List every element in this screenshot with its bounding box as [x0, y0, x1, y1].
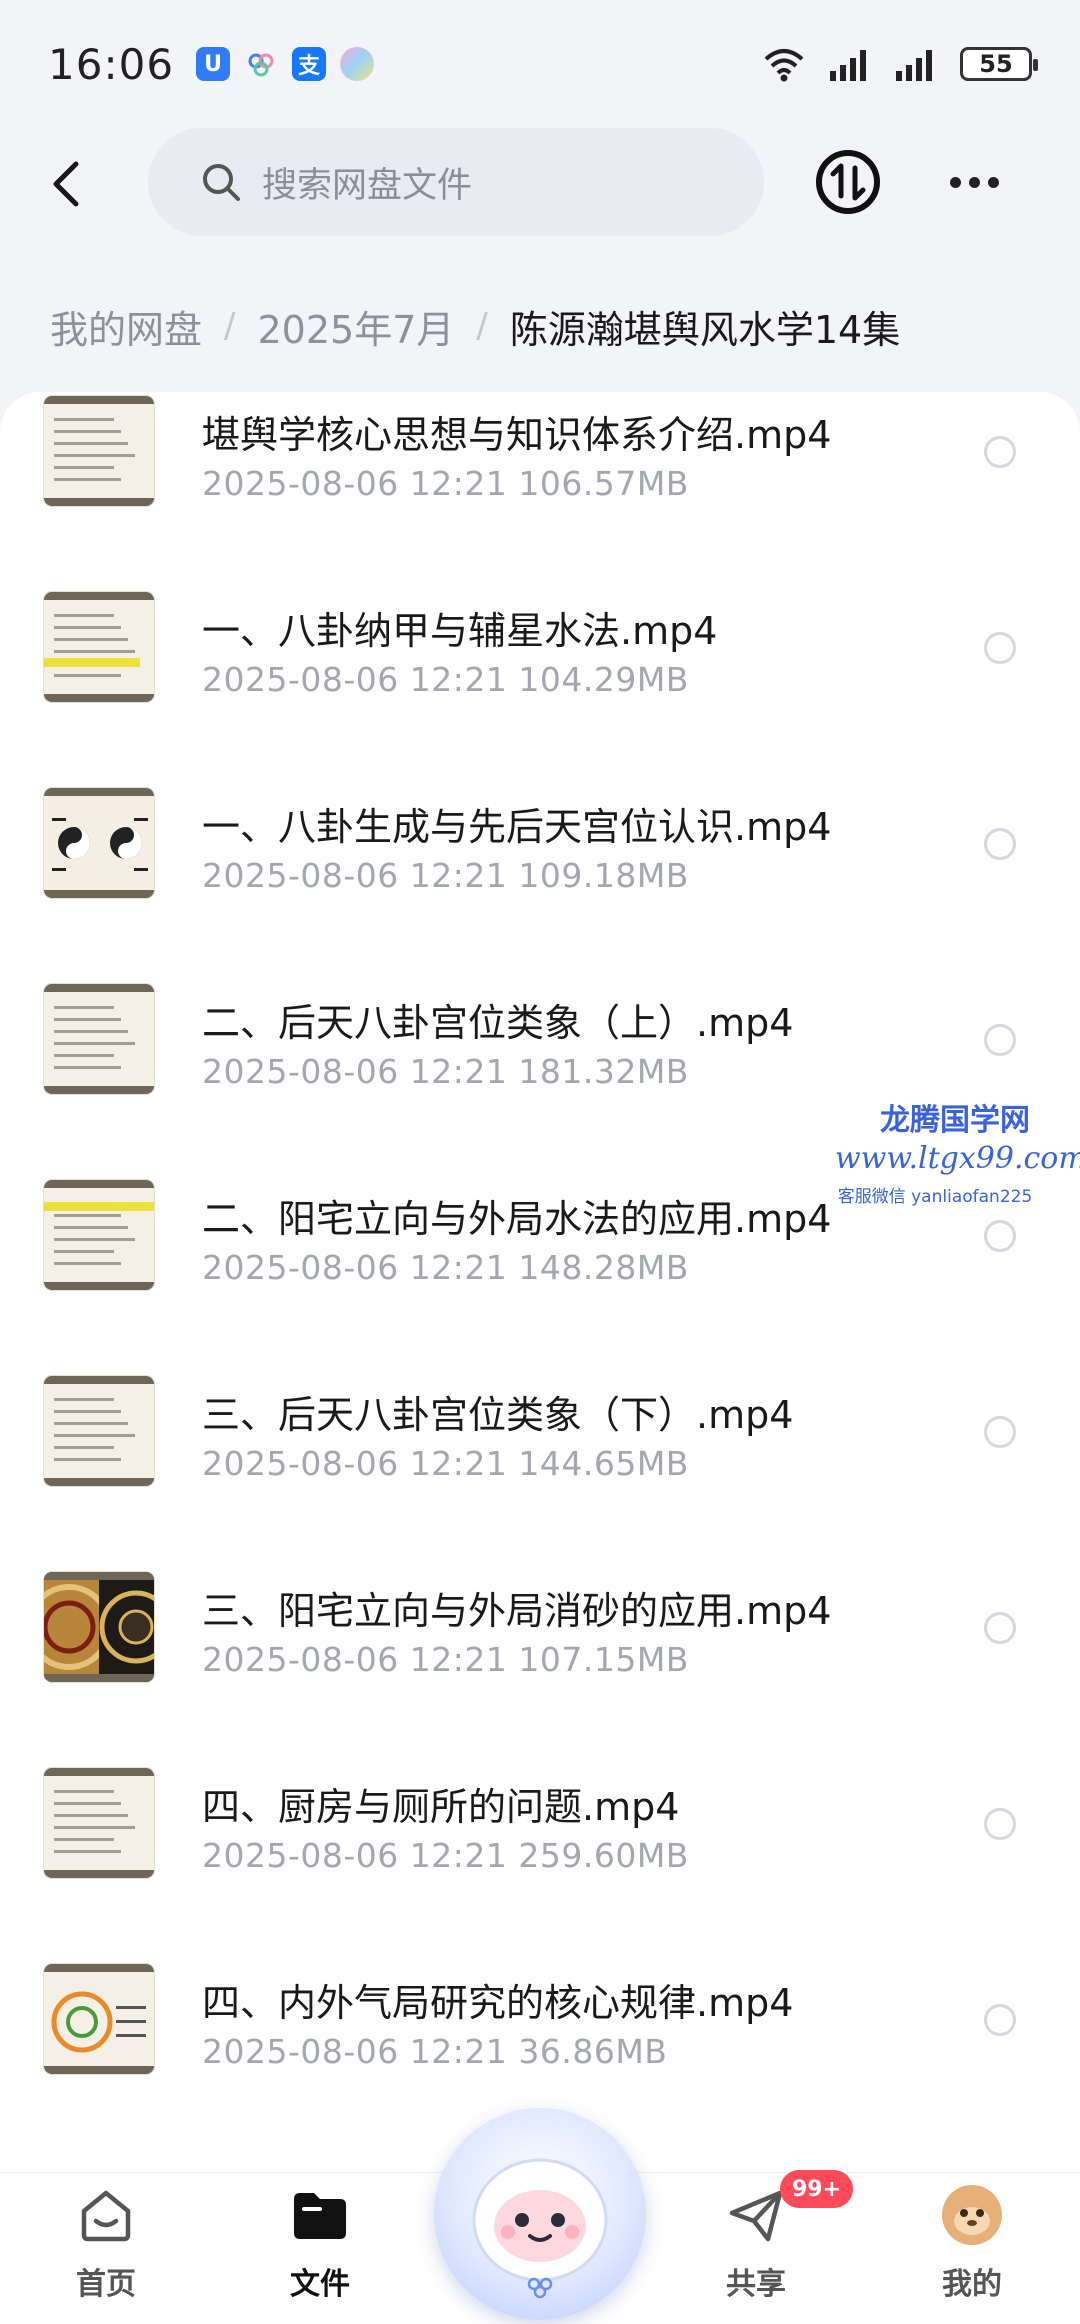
video-thumbnail — [44, 1964, 154, 2074]
select-checkbox[interactable] — [984, 436, 1016, 468]
file-name: 三、后天八卦宫位类象（下）.mp4 — [202, 1393, 794, 1437]
watermark-title: 龙腾国学网 — [880, 1103, 1030, 1138]
select-checkbox[interactable] — [984, 1416, 1016, 1448]
file-row[interactable]: 堪舆学核心思想与知识体系介绍.mp4 2025-08-06 12:21 106.5… — [0, 392, 1080, 548]
file-row[interactable]: 三、阳宅立向与外局消砂的应用.mp4 2025-08-06 12:21 107.1… — [0, 1528, 1080, 1724]
video-thumbnail — [44, 1376, 154, 1486]
file-meta: 2025-08-06 12:21 104.29MB — [202, 660, 689, 699]
select-checkbox[interactable] — [984, 2004, 1016, 2036]
file-name: 一、八卦纳甲与辅星水法.mp4 — [202, 609, 718, 653]
wifi-icon — [764, 49, 804, 82]
breadcrumb-separator: / — [476, 306, 488, 346]
nav-profile[interactable]: 我的 — [902, 2183, 1042, 2303]
avatar-icon — [942, 2185, 1002, 2245]
top-header: 搜索网盘文件 — [0, 128, 1080, 238]
status-bar: 16:06 U 支 55 — [0, 0, 1080, 128]
file-row[interactable]: 四、内外气局研究的核心规律.mp4 2025-08-06 12:21 36.86M… — [0, 1920, 1080, 2116]
signal-2-icon — [896, 50, 932, 81]
breadcrumb-separator: / — [224, 306, 236, 346]
select-checkbox[interactable] — [984, 1220, 1016, 1252]
file-name: 三、阳宅立向与外局消砂的应用.mp4 — [202, 1589, 832, 1633]
video-thumbnail — [44, 1572, 154, 1682]
more-dot-icon — [968, 176, 980, 188]
file-meta: 2025-08-06 12:21 106.57MB — [202, 464, 689, 503]
watermark-contact: 客服微信 yanliaofan225 — [837, 1187, 1033, 1207]
breadcrumb: 我的网盘 / 2025年7月 / 陈源瀚堪舆风水学14集 — [50, 296, 900, 356]
ai-mascot-icon — [472, 2158, 608, 2299]
file-name: 堪舆学核心思想与知识体系介绍.mp4 — [202, 413, 832, 457]
file-list: 堪舆学核心思想与知识体系介绍.mp4 2025-08-06 12:21 106.5… — [0, 392, 1080, 2172]
file-row[interactable]: 四、厨房与厕所的问题.mp4 2025-08-06 12:21 259.60MB — [0, 1724, 1080, 1920]
search-placeholder: 搜索网盘文件 — [262, 165, 473, 206]
select-checkbox[interactable] — [984, 1808, 1016, 1840]
video-thumbnail — [44, 788, 154, 898]
folder-icon — [294, 2193, 346, 2239]
video-thumbnail — [44, 1180, 154, 1290]
home-icon — [81, 2190, 131, 2242]
file-name: 二、后天八卦宫位类象（上）.mp4 — [202, 1001, 794, 1045]
breadcrumb-item-current: 陈源瀚堪舆风水学14集 — [509, 307, 901, 352]
share-plane-icon — [729, 2190, 783, 2242]
more-options-button[interactable] — [940, 148, 1008, 216]
file-meta: 2025-08-06 12:21 181.32MB — [202, 1052, 689, 1091]
status-time: 16:06 — [48, 39, 175, 89]
file-row[interactable]: 一、八卦生成与先后天宫位认识.mp4 2025-08-06 12:21 109.1… — [0, 744, 1080, 940]
file-meta: 2025-08-06 12:21 148.28MB — [202, 1248, 689, 1287]
file-name: 二、阳宅立向与外局水法的应用.mp4 — [202, 1197, 832, 1241]
file-meta: 2025-08-06 12:21 259.60MB — [202, 1836, 689, 1875]
app-u-icon: U — [196, 47, 231, 81]
search-icon — [203, 164, 240, 201]
breadcrumb-item-month[interactable]: 2025年7月 — [257, 299, 454, 354]
video-thumbnail — [44, 984, 154, 1094]
video-thumbnail — [44, 1768, 154, 1878]
select-checkbox[interactable] — [984, 828, 1016, 860]
more-dot-icon — [987, 176, 999, 188]
ai-assistant-button[interactable] — [434, 2108, 646, 2320]
signal-icon — [830, 50, 866, 81]
file-name: 四、内外气局研究的核心规律.mp4 — [202, 1981, 794, 2025]
watermark-url: www.ltgx99.com — [835, 1141, 1080, 1176]
status-indicators: 55 — [760, 45, 1038, 83]
file-meta: 2025-08-06 12:21 36.86MB — [202, 2032, 668, 2071]
file-name: 四、厨房与厕所的问题.mp4 — [202, 1785, 680, 1829]
more-dot-icon — [949, 176, 961, 188]
app-cloud-icon — [244, 47, 278, 81]
search-input[interactable]: 搜索网盘文件 — [148, 128, 764, 236]
nav-files[interactable]: 文件 — [250, 2183, 390, 2303]
back-icon[interactable] — [40, 156, 96, 212]
nav-home-label: 首页 — [76, 2267, 136, 2302]
video-thumbnail — [44, 396, 154, 506]
nav-home[interactable]: 首页 — [36, 2183, 176, 2303]
transfer-icon[interactable] — [814, 148, 882, 216]
file-meta: 2025-08-06 12:21 107.15MB — [202, 1640, 689, 1679]
file-row[interactable]: 三、后天八卦宫位类象（下）.mp4 2025-08-06 12:21 144.65… — [0, 1332, 1080, 1528]
nav-share-label: 共享 — [726, 2267, 786, 2302]
video-thumbnail — [44, 592, 154, 702]
nav-profile-label: 我的 — [942, 2267, 1002, 2302]
watermark: 龙腾国学网 www.ltgx99.com 客服微信 yanliaofan225 — [835, 1095, 1080, 1207]
status-app-icons: U 支 — [196, 47, 375, 81]
battery-icon: 55 — [960, 47, 1038, 81]
breadcrumb-item-root[interactable]: 我的网盘 — [50, 299, 202, 354]
file-meta: 2025-08-06 12:21 144.65MB — [202, 1444, 689, 1483]
file-meta: 2025-08-06 12:21 109.18MB — [202, 856, 689, 895]
nav-files-label: 文件 — [290, 2267, 350, 2302]
share-notification-badge: 99+ — [780, 2170, 854, 2208]
file-row[interactable]: 一、八卦纳甲与辅星水法.mp4 2025-08-06 12:21 104.29MB — [0, 548, 1080, 744]
file-name: 一、八卦生成与先后天宫位认识.mp4 — [202, 805, 832, 849]
select-checkbox[interactable] — [984, 1024, 1016, 1056]
select-checkbox[interactable] — [984, 1612, 1016, 1644]
app-pastel-icon — [340, 47, 375, 81]
alipay-icon: 支 — [292, 47, 327, 81]
select-checkbox[interactable] — [984, 632, 1016, 664]
